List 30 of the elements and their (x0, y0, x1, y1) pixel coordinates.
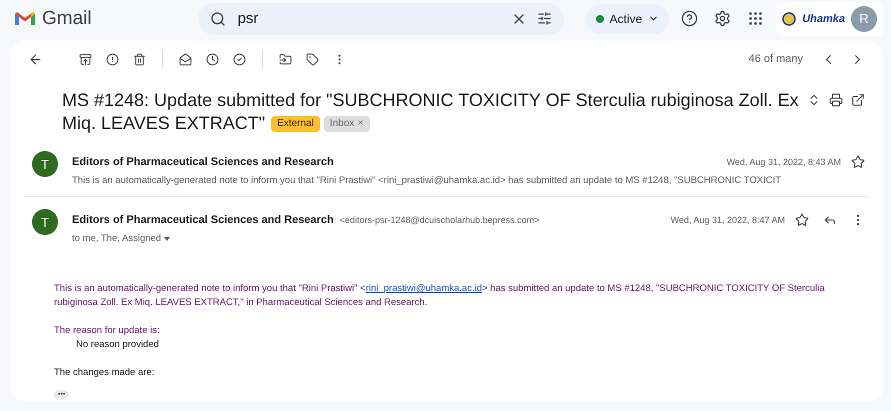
message-snippet: This is an automatically-generated note to inform you that "Rini Prastiwi" <rini_prastiwi@uhamka.ac.id> has submitted an update to MS #1248, "SUBCHRONIC TOXICIT (72, 175, 782, 186)
sender-name: Editors of Pharmaceutical Sciences and Research (72, 214, 334, 226)
status-button[interactable]: Active (586, 4, 670, 34)
email-link[interactable]: rini_prastiwi@uhamka.ac.id (366, 283, 482, 294)
reason-heading: The reason for update is: (54, 324, 161, 338)
message-paragraph: This is an automatically-generated note to inform you that "Rini Prastiwi" <rini_prastiwi@uhamka.ac.id> has submitted an update to MS #1248, "SUBCHRONIC TOXICITY OF Sterculia rubiginosa Zoll. Ex Miq. LEAVES EXTRACT," in Pharmaceutical Sciences and Research. (54, 282, 826, 310)
search-icon[interactable] (210, 10, 226, 26)
reason-text: No reason provided (75, 338, 160, 352)
pagination-text: 46 of many (748, 53, 803, 65)
close-icon[interactable] (357, 119, 364, 126)
changes-heading: The changes made are: (54, 366, 156, 380)
subject-line: MS #1248: Update submitted for "SUBCHRONIC TOXICITY OF Sterculia rubiginosa Zoll. Ex Miq. LEAVES EXTRACT" External Inbox (62, 89, 800, 135)
external-label: External (271, 116, 320, 132)
emblem-icon (782, 12, 796, 26)
dropdown-icon (163, 236, 172, 242)
sender-avatar: T (32, 151, 58, 177)
message-header[interactable]: T Editors of Pharmaceutical Sciences and Research <editors-psr-1248@dcuischolarhub.bepress.com> Wed, Aug 31, 2022, 8:47 AM to me, The, Assigned (24, 197, 869, 244)
search-field[interactable]: psr (198, 2, 564, 34)
search-input[interactable]: psr (236, 9, 501, 28)
inbox-label: Inbox (324, 116, 370, 132)
app-name: Gmail (42, 8, 92, 30)
sender-name: Editors of Pharmaceutical Sciences and Research (72, 156, 334, 168)
message-date: Wed, Aug 31, 2022, 8:43 AM (726, 157, 841, 167)
message-date: Wed, Aug 31, 2022, 8:47 AM (670, 215, 785, 225)
sender-avatar: T (32, 209, 58, 235)
filter-icon[interactable] (536, 11, 552, 26)
recipients-dropdown[interactable]: to me, The, Assigned (72, 233, 172, 244)
sender-address: <editors-psr-1248@dcuischolarhub.bepress.com> (340, 215, 540, 225)
gmail-logo-icon (14, 10, 36, 27)
organization-logo[interactable]: Uhamka R (776, 2, 883, 36)
